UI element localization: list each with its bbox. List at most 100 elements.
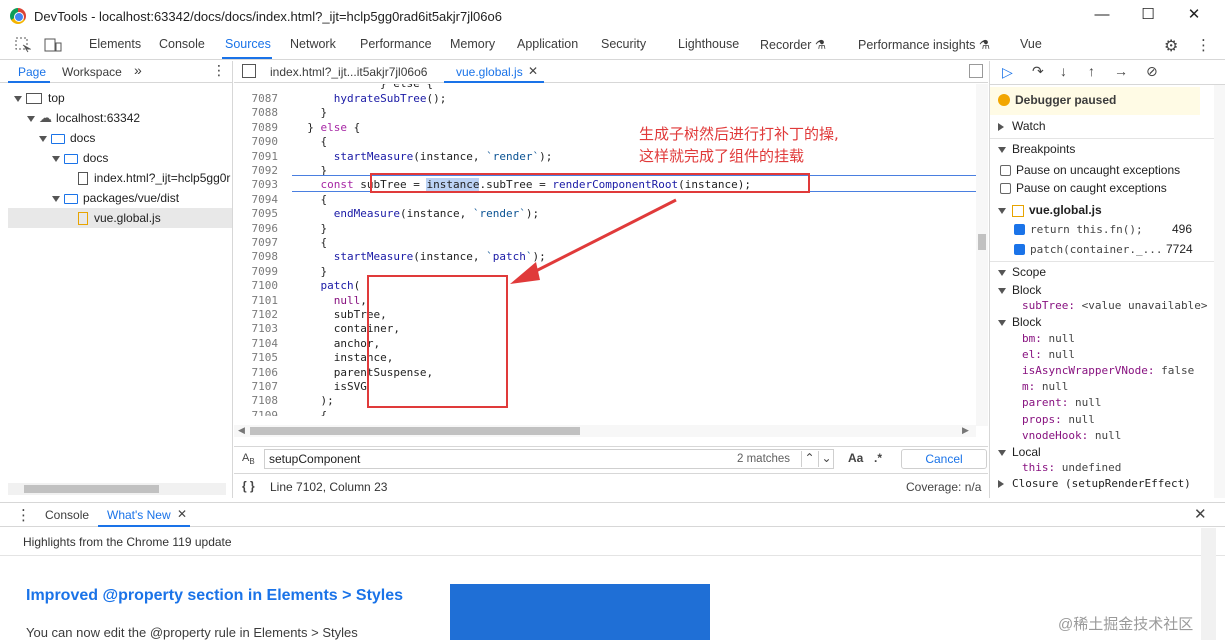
scope-variable[interactable]: props: null — [990, 412, 1225, 428]
navigator-menu-icon[interactable]: ⋮ — [212, 62, 226, 79]
scope-variable[interactable]: el: null — [990, 347, 1225, 363]
line-number[interactable]: 7104 — [234, 337, 279, 350]
resume-icon[interactable]: ▷ — [1002, 64, 1013, 81]
tab-memory[interactable]: Memory — [450, 37, 495, 51]
line-number[interactable]: 7098 — [234, 250, 279, 263]
breakpoint-item[interactable]: return this.fn(); 496 — [990, 219, 1225, 239]
tab-elements[interactable]: Elements — [89, 37, 141, 51]
previous-match-icon[interactable]: ⌃ — [801, 451, 817, 467]
scope-variable[interactable]: isAsyncWrapperVNode: false — [990, 363, 1225, 379]
tab-workspace[interactable]: Workspace — [62, 65, 122, 79]
scope-section[interactable]: Scope — [990, 261, 1225, 281]
line-number[interactable]: 7090 — [234, 135, 279, 148]
tab-vue[interactable]: Vue — [1020, 37, 1042, 51]
code-vertical-scrollbar[interactable] — [976, 84, 988, 426]
line-number[interactable]: 7108 — [234, 394, 279, 407]
scope-variable[interactable]: m: null — [990, 379, 1225, 395]
replace-toggle-icon[interactable]: AB — [242, 452, 255, 466]
line-number[interactable]: 7102 — [234, 308, 279, 321]
drawer-tab-console[interactable]: Console — [45, 508, 89, 522]
match-case-toggle[interactable]: Aa — [848, 451, 863, 465]
line-number[interactable]: 7099 — [234, 265, 279, 278]
line-number[interactable]: 7092 — [234, 164, 279, 177]
breakpoint-item[interactable]: patch(container._... 7724 — [990, 239, 1225, 259]
feature-heading[interactable]: Improved @property section in Elements >… — [26, 587, 403, 605]
tab-page[interactable]: Page — [18, 65, 46, 79]
line-number[interactable]: 7101 — [234, 294, 279, 307]
tree-item-index-html[interactable]: index.html?_ijt=hclp5gg0r — [78, 168, 233, 188]
search-input[interactable]: setupComponent 2 matches ⌃ ⌄ — [264, 449, 834, 469]
code-area[interactable]: } else { 7087 hydrateSubTree(); 7088 } 708… — [234, 84, 976, 416]
tab-application[interactable]: Application — [517, 37, 578, 51]
scope-group[interactable]: Block — [990, 314, 1225, 330]
close-tab-icon[interactable]: ✕ — [177, 507, 187, 521]
drawer-menu-icon[interactable]: ⋮ — [16, 506, 31, 524]
scope-group[interactable]: Block — [990, 282, 1225, 298]
tab-performance[interactable]: Performance — [360, 37, 432, 51]
line-number[interactable]: 7087 — [234, 92, 279, 105]
pretty-print-icon[interactable]: { } — [242, 479, 255, 493]
line-number[interactable]: 7097 — [234, 236, 279, 249]
line-number[interactable]: 7106 — [234, 366, 279, 379]
drawer-scrollbar[interactable] — [1201, 528, 1216, 640]
next-match-icon[interactable]: ⌄ — [818, 451, 834, 467]
line-number[interactable]: 7109 — [234, 409, 279, 416]
tab-security[interactable]: Security — [601, 37, 646, 51]
step-over-icon[interactable]: ↷ — [1032, 63, 1044, 80]
step-icon[interactable]: → — [1114, 63, 1128, 79]
settings-gear-icon[interactable]: ⚙ — [1164, 36, 1178, 56]
pause-caught-option[interactable]: Pause on caught exceptions — [990, 178, 1225, 198]
tab-sources[interactable]: Sources — [225, 37, 271, 51]
line-number[interactable]: 7105 — [234, 351, 279, 364]
scope-variable[interactable]: bm: null — [990, 331, 1225, 347]
debugger-scrollbar[interactable] — [1214, 85, 1225, 498]
tab-lighthouse[interactable]: Lighthouse — [678, 37, 739, 51]
cancel-search-button[interactable]: Cancel — [901, 449, 987, 469]
pause-uncaught-option[interactable]: Pause on uncaught exceptions — [990, 160, 1225, 180]
navigator-scrollbar[interactable] — [8, 483, 226, 495]
tab-console[interactable]: Console — [159, 37, 205, 51]
checkbox[interactable] — [1000, 183, 1011, 195]
editor-tab-index[interactable]: index.html?_ijt...it5akjr7jl06o6 — [270, 65, 427, 79]
checkbox[interactable] — [1000, 165, 1011, 177]
scope-variable[interactable]: parent: null — [990, 395, 1225, 411]
line-number[interactable]: 7094 — [234, 193, 279, 206]
line-number[interactable]: 7103 — [234, 322, 279, 335]
more-tabs-icon[interactable]: » — [134, 62, 142, 78]
code-horizontal-scrollbar[interactable]: ◀ ▶ — [234, 425, 976, 437]
device-toolbar-icon[interactable] — [44, 37, 62, 53]
line-number[interactable]: 7093 — [234, 178, 279, 191]
line-number[interactable]: 7095 — [234, 207, 279, 220]
checkbox[interactable] — [1014, 224, 1025, 236]
scope-variable[interactable]: subTree: <value unavailable> — [990, 298, 1225, 314]
step-out-icon[interactable]: ↑ — [1088, 63, 1095, 79]
line-number[interactable]: 7089 — [234, 121, 279, 134]
scope-variable[interactable]: vnodeHook: null — [990, 428, 1225, 444]
deactivate-breakpoints-icon[interactable]: ⊘ — [1146, 63, 1158, 80]
line-number[interactable]: 7096 — [234, 222, 279, 235]
tree-item-packages[interactable]: packages/vue/dist — [52, 188, 179, 208]
tree-item-vue-global[interactable]: vue.global.js — [8, 208, 232, 228]
watch-section[interactable]: Watch — [990, 116, 1225, 136]
scope-variable[interactable]: this: undefined — [990, 460, 1225, 476]
editor-tab-vue-global[interactable]: vue.global.js — [456, 65, 523, 79]
regex-toggle[interactable]: .* — [874, 451, 882, 465]
tab-performance-insights[interactable]: Performance insights ⚗ — [858, 37, 990, 52]
tab-recorder[interactable]: Recorder ⚗ — [760, 37, 826, 52]
toggle-navigator-icon[interactable] — [242, 64, 256, 78]
close-drawer-icon[interactable]: ✕ — [1194, 505, 1207, 523]
more-options-icon[interactable]: ⋮ — [1196, 36, 1211, 54]
drawer-tab-whats-new[interactable]: What's New — [107, 508, 171, 522]
inspect-element-icon[interactable] — [15, 37, 32, 53]
line-number[interactable]: 7107 — [234, 380, 279, 393]
step-into-icon[interactable]: ↓ — [1060, 63, 1067, 79]
scope-group[interactable]: Closure (setupRenderEffect) — [990, 476, 1225, 492]
tree-item-localhost[interactable]: ☁ localhost:63342 — [27, 108, 140, 128]
tree-item-docs[interactable]: docs — [39, 128, 95, 148]
checkbox[interactable] — [1014, 244, 1025, 256]
breakpoints-section[interactable]: Breakpoints — [990, 138, 1225, 158]
toggle-debugger-icon[interactable] — [969, 64, 983, 78]
scope-group[interactable]: Local — [990, 444, 1225, 460]
close-button[interactable]: ✕ — [1174, 4, 1214, 26]
line-number[interactable]: 7088 — [234, 106, 279, 119]
